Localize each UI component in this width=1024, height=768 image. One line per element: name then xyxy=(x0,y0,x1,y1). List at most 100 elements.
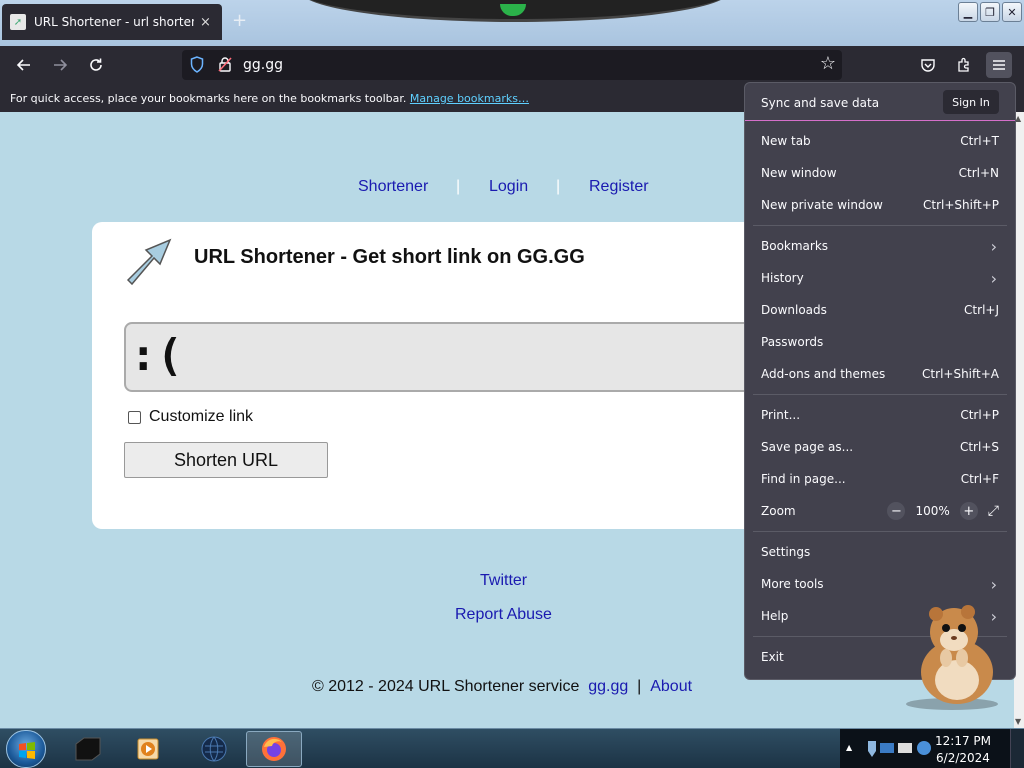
taskbar-app-terminal[interactable] xyxy=(60,731,116,767)
menu-item-label: Passwords xyxy=(761,335,824,349)
menu-separator xyxy=(753,225,1007,226)
manage-bookmarks-link[interactable]: Manage bookmarks… xyxy=(410,92,529,105)
restore-button[interactable]: ❐ xyxy=(980,2,1000,22)
extensions-button[interactable] xyxy=(951,52,977,78)
nav-shortener-link[interactable]: Shortener xyxy=(358,178,428,196)
show-desktop-button[interactable] xyxy=(1010,729,1024,768)
tab-close-icon[interactable]: × xyxy=(200,15,211,30)
menu-item-label: History xyxy=(761,271,804,285)
sync-section: Sync and save data Sign In xyxy=(745,83,1015,121)
menu-item-settings[interactable]: Settings xyxy=(745,538,1015,566)
menu-item-label: New tab xyxy=(761,134,811,148)
menu-item-print[interactable]: Print... Ctrl+P xyxy=(745,401,1015,429)
zoom-in-button[interactable]: + xyxy=(959,502,978,520)
minimize-button[interactable]: ▁ xyxy=(958,2,978,22)
nav-separator: | xyxy=(556,178,561,195)
arrow-logo-icon xyxy=(126,238,172,286)
menu-item-passwords[interactable]: Passwords xyxy=(745,328,1015,356)
menu-item-label: Print... xyxy=(761,408,801,422)
browser-tab[interactable]: ➚ URL Shortener - url shortening × xyxy=(2,4,222,40)
copyright-separator: | xyxy=(637,678,642,695)
customize-link-checkbox[interactable] xyxy=(128,410,141,424)
chevron-right-icon: › xyxy=(990,574,997,594)
hamster-pet-icon[interactable] xyxy=(902,602,1002,712)
dark-globe-icon xyxy=(201,736,227,762)
pocket-icon xyxy=(921,59,935,72)
sign-in-button[interactable]: Sign In xyxy=(943,90,999,114)
menu-item-label: Help xyxy=(761,609,789,623)
menu-item-zoom: Zoom − 100% + ⤢ xyxy=(745,497,1015,525)
new-tab-button[interactable]: + xyxy=(232,10,247,31)
gg-gg-link[interactable]: gg.gg xyxy=(588,678,628,695)
bookmark-star-icon[interactable]: ☆ xyxy=(820,53,836,74)
customize-link-option[interactable]: Customize link xyxy=(128,408,253,426)
taskbar-app-media-player[interactable] xyxy=(120,731,176,767)
hamburger-icon xyxy=(993,60,1005,70)
clock-time[interactable]: 12:17 PM xyxy=(928,734,998,748)
chevron-right-icon: › xyxy=(990,268,997,288)
menu-item-label: Find in page... xyxy=(761,472,846,486)
menu-item-label: More tools xyxy=(761,577,824,591)
menu-item-label: Settings xyxy=(761,545,811,559)
menu-item-shortcut: Ctrl+J xyxy=(964,303,999,317)
menu-item-shortcut: Ctrl+T xyxy=(960,134,999,148)
menu-separator xyxy=(753,531,1007,532)
reload-button[interactable] xyxy=(82,52,110,78)
menu-item-downloads[interactable]: Downloads Ctrl+J xyxy=(745,296,1015,324)
forward-button[interactable] xyxy=(46,52,74,78)
fullscreen-icon[interactable]: ⤢ xyxy=(988,503,999,519)
menu-item-label: Save page as... xyxy=(761,440,854,454)
menu-item-new-private-window[interactable]: New private window Ctrl+Shift+P xyxy=(745,191,1015,219)
taskbar-app-firefox[interactable] xyxy=(246,731,302,767)
scroll-down-icon[interactable]: ▼ xyxy=(1015,717,1021,726)
menu-item-find-in-page[interactable]: Find in page... Ctrl+F xyxy=(745,465,1015,493)
media-player-icon xyxy=(137,738,159,760)
about-link[interactable]: About xyxy=(650,678,692,695)
url-text[interactable]: gg.gg xyxy=(243,57,283,73)
menu-item-history[interactable]: History › xyxy=(745,264,1015,292)
puzzle-icon xyxy=(958,57,969,72)
menu-item-more-tools[interactable]: More tools › xyxy=(745,570,1015,598)
windows-flag-icon xyxy=(19,742,35,759)
nav-login-link[interactable]: Login xyxy=(489,178,528,196)
show-hidden-icons-button[interactable]: ▲ xyxy=(846,743,852,752)
page-heading: URL Shortener - Get short link on GG.GG xyxy=(194,246,585,268)
menu-item-label: Zoom xyxy=(761,504,796,518)
system-tray: ▲ 12:17 PM 6/2/2024 xyxy=(840,729,1024,768)
menu-item-label: Exit xyxy=(761,650,784,664)
tab-title: URL Shortener - url shortening xyxy=(34,15,194,29)
menu-item-shortcut: Ctrl+F xyxy=(960,472,999,486)
clock-date[interactable]: 6/2/2024 xyxy=(928,751,998,765)
menu-item-new-window[interactable]: New window Ctrl+N xyxy=(745,159,1015,187)
windows-taskbar: ▲ 12:17 PM 6/2/2024 xyxy=(0,728,1024,768)
navigation-toolbar: gg.gg ☆ xyxy=(0,46,1024,84)
zoom-level[interactable]: 100% xyxy=(915,504,949,518)
browser-titlebar: ➚ URL Shortener - url shortening × + ▁ ❐… xyxy=(0,0,1024,46)
close-window-button[interactable]: ✕ xyxy=(1002,2,1022,22)
menu-item-label: New window xyxy=(761,166,837,180)
menu-item-addons[interactable]: Add-ons and themes Ctrl+Shift+A xyxy=(745,360,1015,388)
menu-item-new-tab[interactable]: New tab Ctrl+T xyxy=(745,127,1015,155)
menu-item-save-page[interactable]: Save page as... Ctrl+S xyxy=(745,433,1015,461)
menu-item-label: Add-ons and themes xyxy=(761,367,886,381)
nav-register-link[interactable]: Register xyxy=(589,178,649,196)
tracking-shield-icon[interactable] xyxy=(190,56,204,73)
start-button[interactable] xyxy=(6,730,46,768)
menu-item-bookmarks[interactable]: Bookmarks › xyxy=(745,232,1015,260)
menu-item-shortcut: Ctrl+Shift+A xyxy=(922,367,999,381)
shorten-url-button[interactable]: Shorten URL xyxy=(124,442,328,478)
pocket-button[interactable] xyxy=(915,52,941,78)
address-bar[interactable]: gg.gg ☆ xyxy=(182,50,842,80)
back-button[interactable] xyxy=(10,52,38,78)
copyright-text: © 2012 - 2024 URL Shortener service xyxy=(312,678,580,695)
app-menu-button[interactable] xyxy=(986,52,1012,78)
twitter-link[interactable]: Twitter xyxy=(480,572,527,590)
zoom-out-button[interactable]: − xyxy=(887,502,906,520)
report-abuse-link[interactable]: Report Abuse xyxy=(455,606,552,624)
menu-item-shortcut: Ctrl+N xyxy=(958,166,999,180)
insecure-lock-icon[interactable] xyxy=(218,56,232,72)
tray-icons[interactable] xyxy=(866,737,934,761)
taskbar-app-globe[interactable] xyxy=(186,731,242,767)
menu-item-label: Downloads xyxy=(761,303,827,317)
nav-separator: | xyxy=(456,178,461,195)
